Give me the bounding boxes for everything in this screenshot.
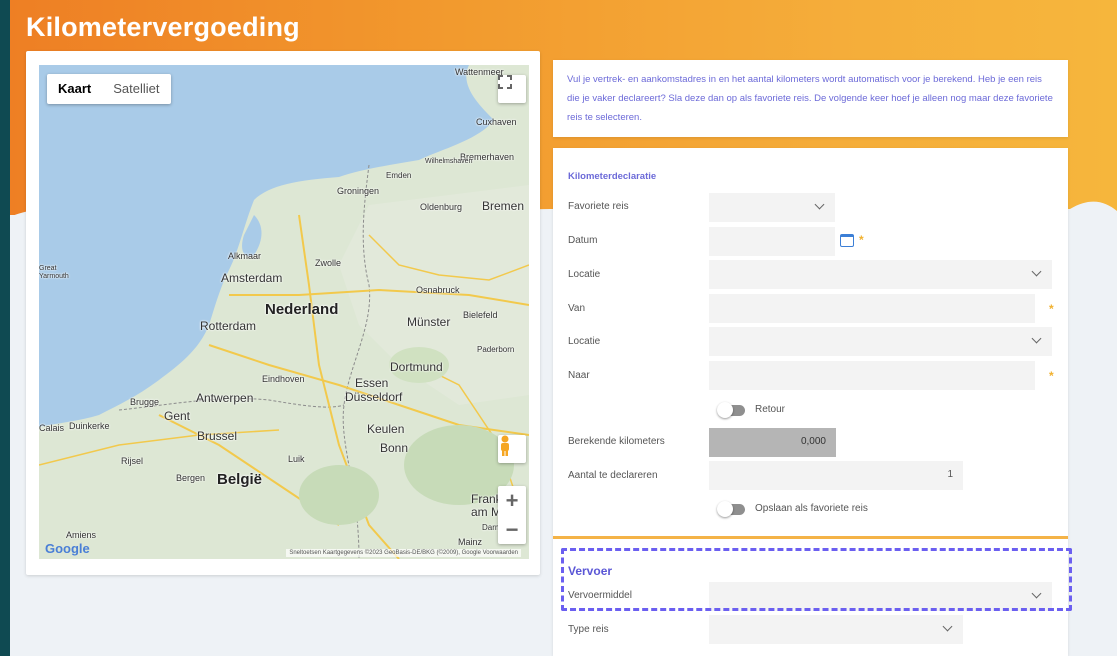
place-label: Rotterdam: [200, 319, 257, 333]
locatie-van-label: Locatie: [568, 269, 601, 280]
info-text: Vul je vertrek- en aankomstadres in en h…: [567, 74, 1053, 123]
info-card: Vul je vertrek- en aankomstadres in en h…: [553, 60, 1068, 137]
van-label: Van: [568, 303, 586, 314]
map-card: Wattenmeer Cuxhaven Bremerhaven Wilhelms…: [26, 51, 540, 575]
zoom-in-button[interactable]: +: [498, 486, 526, 515]
required-marker: *: [1049, 302, 1054, 316]
chevron-down-icon: [814, 199, 825, 210]
type-reis-label: Type reis: [568, 624, 609, 635]
type-reis-select[interactable]: [709, 615, 963, 644]
retour-toggle[interactable]: [717, 402, 745, 418]
minus-icon: −: [505, 516, 519, 542]
chevron-down-icon: [942, 621, 953, 632]
place-label: Bielefeld: [463, 310, 498, 320]
vervoermiddel-select[interactable]: [709, 582, 1052, 611]
berekende-km-label: Berekende kilometers: [568, 436, 665, 447]
place-label: Brussel: [197, 429, 238, 443]
berekende-km-value: 0,000: [800, 436, 826, 447]
map-type-kaart-button[interactable]: Kaart: [47, 74, 102, 104]
naar-input[interactable]: [709, 361, 1035, 390]
opslaan-favoriet-label: Opslaan als favoriete reis: [755, 503, 868, 514]
place-label: Osnabruck: [416, 285, 460, 295]
fullscreen-button[interactable]: [498, 75, 526, 103]
berekende-km-field: 0,000: [709, 428, 836, 457]
place-label: Amsterdam: [221, 271, 283, 285]
place-label: Keulen: [367, 422, 405, 436]
plus-icon: +: [505, 487, 519, 513]
kilometer-form-card: Kilometerdeclaratie Favoriete reis Datum…: [553, 148, 1068, 656]
naar-label: Naar: [568, 370, 590, 381]
place-label: Eindhoven: [262, 374, 305, 384]
place-label: Alkmaar: [228, 251, 262, 261]
place-label: Great Yarmouth: [39, 265, 69, 280]
place-label: Mainz: [458, 537, 483, 547]
van-input[interactable]: [709, 294, 1035, 323]
street-view-pegman-button[interactable]: [498, 435, 526, 463]
place-label: Dortmund: [390, 360, 443, 374]
place-label: Antwerpen: [196, 391, 254, 405]
locatie-naar-select[interactable]: [709, 327, 1052, 356]
place-label: Calais: [39, 423, 65, 433]
opslaan-favoriet-toggle[interactable]: [717, 501, 745, 517]
favoriete-reis-select[interactable]: [709, 193, 835, 222]
locatie-van-select[interactable]: [709, 260, 1052, 289]
section-title: Kilometerdeclaratie: [568, 171, 657, 182]
place-label: Paderborn: [477, 345, 515, 354]
zoom-out-button[interactable]: −: [498, 515, 526, 544]
place-label: Wilhelmshaven: [425, 158, 473, 165]
place-label: Bremen: [482, 199, 525, 213]
chevron-down-icon: [1031, 266, 1042, 277]
map-type-control: Kaart Satelliet: [47, 74, 171, 104]
place-label: Oldenburg: [420, 202, 463, 212]
place-label: Rijsel: [121, 456, 144, 466]
datum-input[interactable]: [709, 227, 835, 256]
chevron-down-icon: [1031, 588, 1042, 599]
app-frame: Kilometervergoeding Wattenmeer Cuxhaven …: [10, 0, 1117, 656]
place-label: Münster: [407, 315, 451, 329]
place-label: Nederland: [265, 301, 339, 318]
datum-label: Datum: [568, 235, 598, 246]
calendar-icon[interactable]: [840, 234, 854, 247]
aantal-input[interactable]: 1: [709, 461, 963, 490]
toggle-knob: [717, 501, 733, 517]
map-type-satelliet-button[interactable]: Satelliet: [102, 74, 170, 104]
place-label: Bergen: [176, 473, 206, 483]
required-marker: *: [1049, 369, 1054, 383]
section-divider: [553, 536, 1068, 539]
place-label: Emden: [386, 171, 412, 180]
place-label: Wattenmeer: [455, 67, 504, 77]
place-label: Amiens: [66, 530, 97, 540]
place-label: België: [217, 471, 263, 488]
place-label: Brugge: [130, 397, 160, 407]
place-label: Groningen: [337, 186, 380, 196]
page-title: Kilometervergoeding: [26, 12, 300, 42]
map-view[interactable]: Wattenmeer Cuxhaven Bremerhaven Wilhelms…: [39, 65, 529, 559]
chevron-down-icon: [1031, 333, 1042, 344]
locatie-naar-label: Locatie: [568, 336, 601, 347]
google-logo: Google: [45, 541, 90, 556]
place-label: Luik: [288, 454, 305, 464]
aantal-value: 1: [947, 469, 953, 480]
toggle-knob: [717, 402, 733, 418]
map-attribution[interactable]: Sneltoetsen Kaartgegevens ©2023 GeoBasis…: [286, 549, 521, 557]
place-label: Düsseldorf: [345, 390, 403, 404]
place-label: Gent: [164, 409, 191, 423]
favoriete-reis-label: Favoriete reis: [568, 201, 629, 212]
aantal-label: Aantal te declareren: [568, 470, 658, 481]
place-label: Essen: [355, 376, 389, 390]
place-label: Duinkerke: [69, 421, 110, 431]
retour-label: Retour: [755, 404, 786, 415]
vervoer-title: Vervoer: [568, 564, 613, 578]
place-label: Bonn: [380, 441, 409, 455]
required-marker: *: [859, 233, 864, 247]
vervoermiddel-label: Vervoermiddel: [568, 590, 632, 601]
place-label: Zwolle: [315, 258, 342, 268]
zoom-control: + −: [498, 486, 526, 544]
place-label: Cuxhaven: [476, 117, 517, 127]
